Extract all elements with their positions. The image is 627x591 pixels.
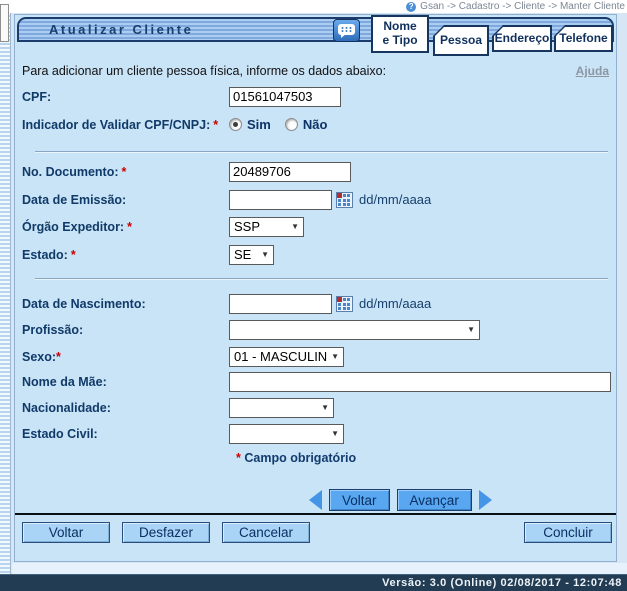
tab-pessoa[interactable]: Pessoa [433,25,489,56]
dropdown-arrow-icon: ▼ [291,222,299,231]
section-divider [35,278,608,280]
tab-nome-e-tipo[interactable]: Nomee Tipo [371,15,429,53]
dropdown-arrow-icon: ▼ [261,250,269,259]
instruction-text: Para adicionar um cliente pessoa física,… [22,64,386,78]
previous-arrow-icon[interactable] [309,490,322,510]
cancelar-button[interactable]: Cancelar [222,522,310,543]
nacionalidade-select[interactable]: ▼ [229,398,334,418]
radio-nao-label: Não [303,117,328,132]
field-row-profissao: Profissão: ▼ [22,319,611,340]
wizard-avancar-button[interactable]: Avançar [397,489,472,511]
orgao-select[interactable]: SSP ▼ [229,217,304,237]
page-title: Atualizar Cliente [19,22,193,37]
emissao-label: Data de Emissão: [22,193,126,207]
calendar-icon[interactable] [336,296,353,312]
dropdown-arrow-icon: ▼ [467,325,475,334]
desfazer-button[interactable]: Desfazer [122,522,210,543]
field-row-nacionalidade: Nacionalidade: ▼ [22,397,611,418]
nacionalidade-label: Nacionalidade: [22,401,111,415]
emissao-input[interactable] [229,190,332,210]
sexo-label: Sexo: [22,350,56,364]
date-format-hint: dd/mm/aaaa [359,192,431,207]
sexo-select[interactable]: 01 - MASCULINO ▼ [229,347,344,367]
cpf-label: CPF: [22,90,51,104]
section-divider [35,151,608,153]
orgao-select-value: SSP [234,219,287,234]
indicador-label: Indicador de Validar CPF/CNPJ: [22,118,210,132]
speech-bubble-glyph [337,23,356,39]
tab-telefone-label: Telefone [559,32,607,46]
required-note-text: Campo obrigatório [244,451,356,465]
bottom-separator [15,513,616,515]
nome-mae-label: Nome da Mãe: [22,375,107,389]
field-row-estado: Estado:* SE ▼ [22,244,611,265]
tab-endereco[interactable]: Endereço [492,25,552,52]
required-marker: * [56,350,61,364]
field-row-emissao: Data de Emissão: dd/mm/aaaa [22,189,611,210]
date-format-hint: dd/mm/aaaa [359,296,431,311]
tab-endereco-label: Endereço [495,32,550,46]
field-row-estado-civil: Estado Civil: ▼ [22,423,611,444]
dropdown-arrow-icon: ▼ [331,429,339,438]
main-panel: Atualizar Cliente Nomee Tipo Pessoa Ende… [14,14,617,562]
dropdown-arrow-icon: ▼ [331,352,339,361]
profissao-label: Profissão: [22,323,83,337]
estado-select-value: SE [234,247,257,262]
voltar-button[interactable]: Voltar [22,522,110,543]
wizard-voltar-button[interactable]: Voltar [329,489,390,511]
field-row-cpf: CPF: [22,86,611,107]
concluir-button[interactable]: Concluir [524,522,612,543]
tab-telefone[interactable]: Telefone [554,25,613,52]
tab-pessoa-label: Pessoa [440,34,482,48]
radio-sim[interactable] [229,118,242,131]
documento-input[interactable] [229,162,351,182]
required-marker: * [236,451,241,465]
field-row-indicador: Indicador de Validar CPF/CNPJ:* Sim Não [22,114,611,135]
documento-label: No. Documento: [22,165,119,179]
field-row-nome-mae: Nome da Mãe: [22,371,611,392]
estado-select[interactable]: SE ▼ [229,245,274,265]
next-arrow-icon[interactable] [479,490,492,510]
tab-nome-e-tipo-label-line1: Nome [383,19,416,33]
required-marker: * [213,118,218,132]
status-bar: Versão: 3.0 (Online) 02/08/2017 - 12:07:… [0,574,627,591]
pre-footer-strip [12,563,627,574]
estado-civil-select[interactable]: ▼ [229,424,344,444]
help-link[interactable]: Ajuda [576,64,609,78]
calendar-icon[interactable] [336,192,353,208]
help-icon[interactable]: ? [406,2,416,12]
field-row-nascimento: Data de Nascimento: dd/mm/aaaa [22,293,611,314]
chat-bubble-icon[interactable] [333,19,360,42]
action-bar: Voltar Desfazer Cancelar Concluir [22,522,612,543]
wizard-nav: Voltar Avançar [309,489,492,511]
tab-nome-e-tipo-label-line2: e Tipo [382,33,417,47]
radio-sim-label: Sim [247,117,271,132]
estado-label: Estado: [22,248,68,262]
breadcrumb: ? Gsan -> Cadastro -> Cliente -> Manter … [0,0,627,13]
orgao-label: Órgão Expeditor: [22,220,124,234]
radio-nao[interactable] [285,118,298,131]
breadcrumb-path[interactable]: Gsan -> Cadastro -> Cliente -> Manter Cl… [420,1,625,12]
cpf-input[interactable] [229,87,341,107]
nascimento-input[interactable] [229,294,332,314]
field-row-documento: No. Documento:* [22,161,611,182]
sexo-select-value: 01 - MASCULINO [234,349,327,364]
required-marker: * [71,248,76,262]
dropdown-arrow-icon: ▼ [321,403,329,412]
field-row-orgao: Órgão Expeditor:* SSP ▼ [22,216,611,237]
required-field-note: * Campo obrigatório [236,451,356,465]
estado-civil-label: Estado Civil: [22,427,98,441]
left-frame-edge [0,13,11,574]
nome-mae-input[interactable] [229,372,611,392]
nascimento-label: Data de Nascimento: [22,297,146,311]
profissao-select[interactable]: ▼ [229,320,480,340]
frame-resize-handle[interactable] [0,4,9,42]
version-text: Versão: 3.0 (Online) 02/08/2017 - 12:07:… [382,577,627,589]
field-row-sexo: Sexo:* 01 - MASCULINO ▼ [22,346,611,367]
required-marker: * [127,220,132,234]
required-marker: * [122,165,127,179]
